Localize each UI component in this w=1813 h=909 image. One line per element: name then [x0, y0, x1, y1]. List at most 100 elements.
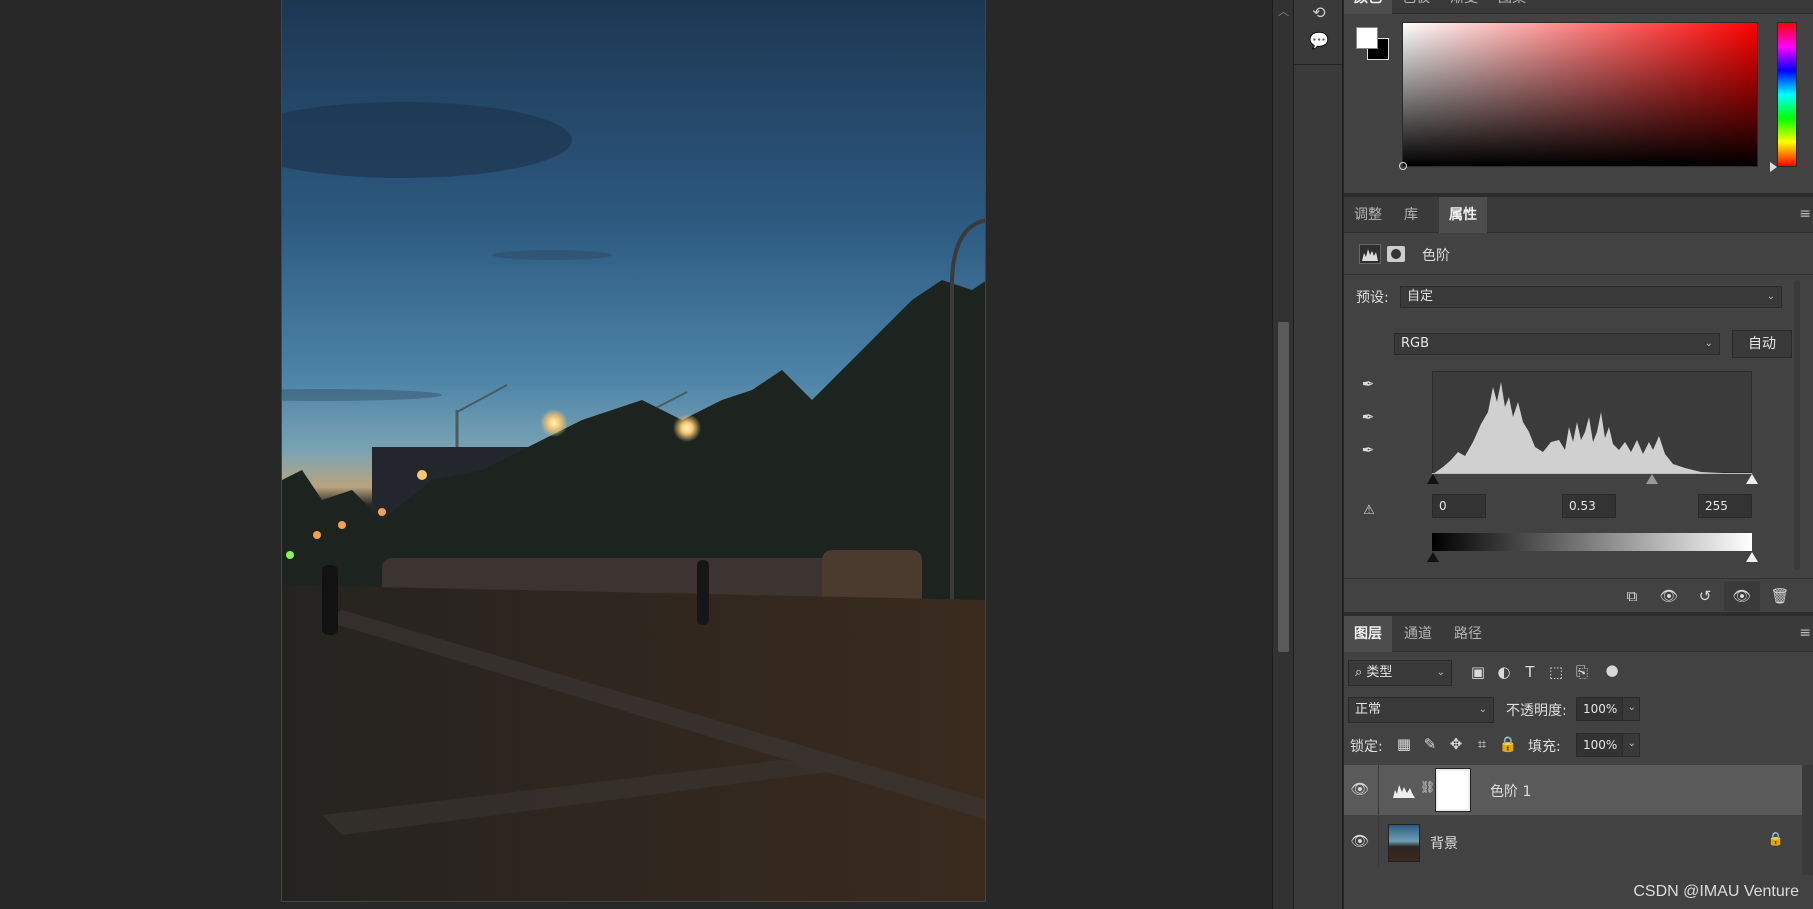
blend-mode-dropdown[interactable]: 正常 ⌄: [1348, 697, 1494, 723]
filter-toggle-icon[interactable]: ●: [1602, 661, 1622, 679]
reset-icon[interactable]: ↺: [1693, 587, 1717, 605]
lock-position-icon[interactable]: ✥: [1446, 735, 1466, 753]
layers-panel-tabs: 图层 通道 路径 ≡: [1344, 616, 1813, 652]
output-white-slider[interactable]: [1746, 552, 1758, 562]
input-black-field[interactable]: 0: [1432, 494, 1486, 518]
tab-gradients[interactable]: 渐变: [1440, 0, 1488, 14]
document-canvas-area[interactable]: [0, 0, 1272, 909]
hue-slider-handle[interactable]: [1770, 162, 1777, 172]
color-panel-tabs: 颜色 色板 渐变 图案: [1344, 0, 1813, 14]
document-image[interactable]: [281, 0, 986, 902]
preset-value: 自定: [1407, 289, 1434, 304]
clip-to-layer-icon[interactable]: ⧉: [1620, 587, 1644, 605]
preset-label: 预设:: [1356, 290, 1389, 306]
input-levels-track: [1432, 473, 1752, 474]
properties-toolbar: ⧉ 👁 ↺ 👁 🗑: [1344, 578, 1813, 614]
gray-point-eyedropper-icon[interactable]: ✒: [1356, 408, 1380, 432]
filter-smart-object-icon[interactable]: ⎘: [1572, 663, 1592, 681]
channel-dropdown[interactable]: RGB ⌄: [1394, 333, 1720, 355]
visibility-toggle-icon[interactable]: 👁: [1724, 581, 1760, 611]
link-icon[interactable]: ⛓: [1420, 780, 1435, 794]
tab-libraries[interactable]: 库: [1394, 197, 1428, 233]
lock-image-pixels-icon[interactable]: ✎: [1420, 735, 1440, 753]
preset-dropdown[interactable]: 自定 ⌄: [1400, 286, 1782, 308]
layer-name[interactable]: 色阶 1: [1490, 781, 1531, 801]
panel-menu-icon[interactable]: ≡: [1799, 207, 1811, 221]
layer-thumbnail: [1388, 824, 1420, 862]
foreground-color-swatch[interactable]: [1356, 27, 1378, 49]
lock-transparent-pixels-icon[interactable]: ▦: [1394, 735, 1414, 753]
dock-divider: [1294, 64, 1344, 65]
chevron-down-icon: ⌄: [1627, 738, 1636, 749]
properties-panel-tabs: 调整 库 属性 ≡: [1344, 197, 1813, 233]
lock-all-icon[interactable]: 🔒: [1498, 735, 1518, 753]
layer-row-background[interactable]: 👁 背景 🔒: [1344, 817, 1802, 867]
color-picker-cursor[interactable]: [1399, 162, 1407, 170]
clipping-warning-icon[interactable]: ⚠: [1354, 503, 1384, 523]
hue-slider[interactable]: [1777, 22, 1797, 167]
scrollbar-thumb[interactable]: [1278, 322, 1289, 652]
tab-layers[interactable]: 图层: [1344, 616, 1392, 652]
black-point-eyedropper-icon[interactable]: ✒: [1356, 375, 1380, 399]
chevron-down-icon: ⌄: [1704, 338, 1713, 349]
auto-button[interactable]: 自动: [1732, 330, 1792, 358]
tab-patterns[interactable]: 图案: [1488, 0, 1536, 14]
delete-icon[interactable]: 🗑: [1768, 587, 1792, 605]
layer-mask-icon[interactable]: [1387, 246, 1405, 262]
collapsed-panel-dock: ⟲ 💬: [1293, 0, 1344, 909]
view-previous-state-icon[interactable]: 👁: [1657, 587, 1681, 605]
adjustment-title: 色阶: [1422, 248, 1450, 264]
input-white-field[interactable]: 255: [1698, 494, 1752, 518]
filter-pixel-layer-icon[interactable]: ▣: [1468, 663, 1488, 681]
output-levels-gradient: [1432, 533, 1752, 551]
chevron-down-icon: ⌄: [1436, 667, 1445, 678]
search-icon: ⌕: [1355, 665, 1367, 680]
canvas-vertical-scrollbar[interactable]: ︿: [1272, 0, 1293, 909]
history-icon[interactable]: ⟲: [1305, 0, 1333, 26]
fill-dropdown[interactable]: ⌄: [1622, 733, 1640, 757]
watermark-text: CSDN @IMAU Venture: [1633, 883, 1799, 900]
layers-scrollbar[interactable]: [1802, 765, 1813, 875]
fill-label: 填充:: [1528, 739, 1561, 755]
layer-filter-dropdown[interactable]: ⌕ 类型 ⌄: [1348, 660, 1452, 686]
tab-swatches[interactable]: 色板: [1392, 0, 1440, 14]
properties-scrollbar[interactable]: [1794, 280, 1800, 570]
properties-header: 色阶: [1344, 233, 1813, 275]
white-point-eyedropper-icon[interactable]: ✒: [1356, 441, 1380, 465]
lock-artboard-icon[interactable]: ⌗: [1472, 735, 1492, 753]
input-gamma-slider[interactable]: [1646, 474, 1658, 484]
output-black-slider[interactable]: [1427, 552, 1439, 562]
input-black-slider[interactable]: [1427, 474, 1439, 484]
filter-type-layer-icon[interactable]: T: [1520, 663, 1540, 681]
layer-visibility-icon[interactable]: 👁: [1348, 832, 1372, 850]
panel-menu-icon[interactable]: ≡: [1799, 626, 1811, 640]
input-white-slider[interactable]: [1746, 474, 1758, 484]
filter-adjustment-layer-icon[interactable]: ◐: [1494, 663, 1514, 681]
scroll-up-icon[interactable]: ︿: [1273, 0, 1294, 24]
channel-value: RGB: [1401, 336, 1430, 351]
layer-name[interactable]: 背景: [1430, 833, 1458, 853]
layer-mask-thumbnail[interactable]: [1435, 768, 1471, 812]
tab-channels[interactable]: 通道: [1394, 616, 1442, 652]
comments-icon[interactable]: 💬: [1305, 28, 1333, 54]
color-saturation-field[interactable]: [1399, 22, 1758, 170]
input-gamma-field[interactable]: 0.53: [1562, 494, 1616, 518]
blend-mode-value: 正常: [1355, 702, 1382, 717]
opacity-dropdown[interactable]: ⌄: [1622, 697, 1640, 721]
tab-color[interactable]: 颜色: [1344, 0, 1392, 14]
tab-adjustments[interactable]: 调整: [1344, 197, 1392, 233]
filter-kind-value: 类型: [1366, 665, 1393, 680]
lock-icon[interactable]: 🔒: [1766, 832, 1786, 847]
filter-shape-layer-icon[interactable]: ⬚: [1546, 663, 1566, 681]
fg-bg-color-swatches[interactable]: [1354, 24, 1390, 64]
opacity-label: 不透明度:: [1506, 703, 1567, 719]
right-panels: 颜色 色板 渐变 图案 调整 库 属性 ≡ 色阶 预设: 自定 ⌄ RGB ⌄ …: [1344, 0, 1813, 909]
layer-visibility-icon[interactable]: 👁: [1348, 780, 1372, 798]
tab-properties[interactable]: 属性: [1439, 197, 1487, 233]
tab-paths[interactable]: 路径: [1444, 616, 1492, 652]
levels-adjustment-icon[interactable]: [1359, 244, 1381, 264]
levels-adjustment-icon: [1392, 781, 1416, 799]
layer-row-levels[interactable]: 👁 ⛓ 色阶 1: [1344, 765, 1802, 815]
lock-label: 锁定:: [1350, 739, 1383, 755]
chevron-down-icon: ⌄: [1478, 704, 1487, 715]
